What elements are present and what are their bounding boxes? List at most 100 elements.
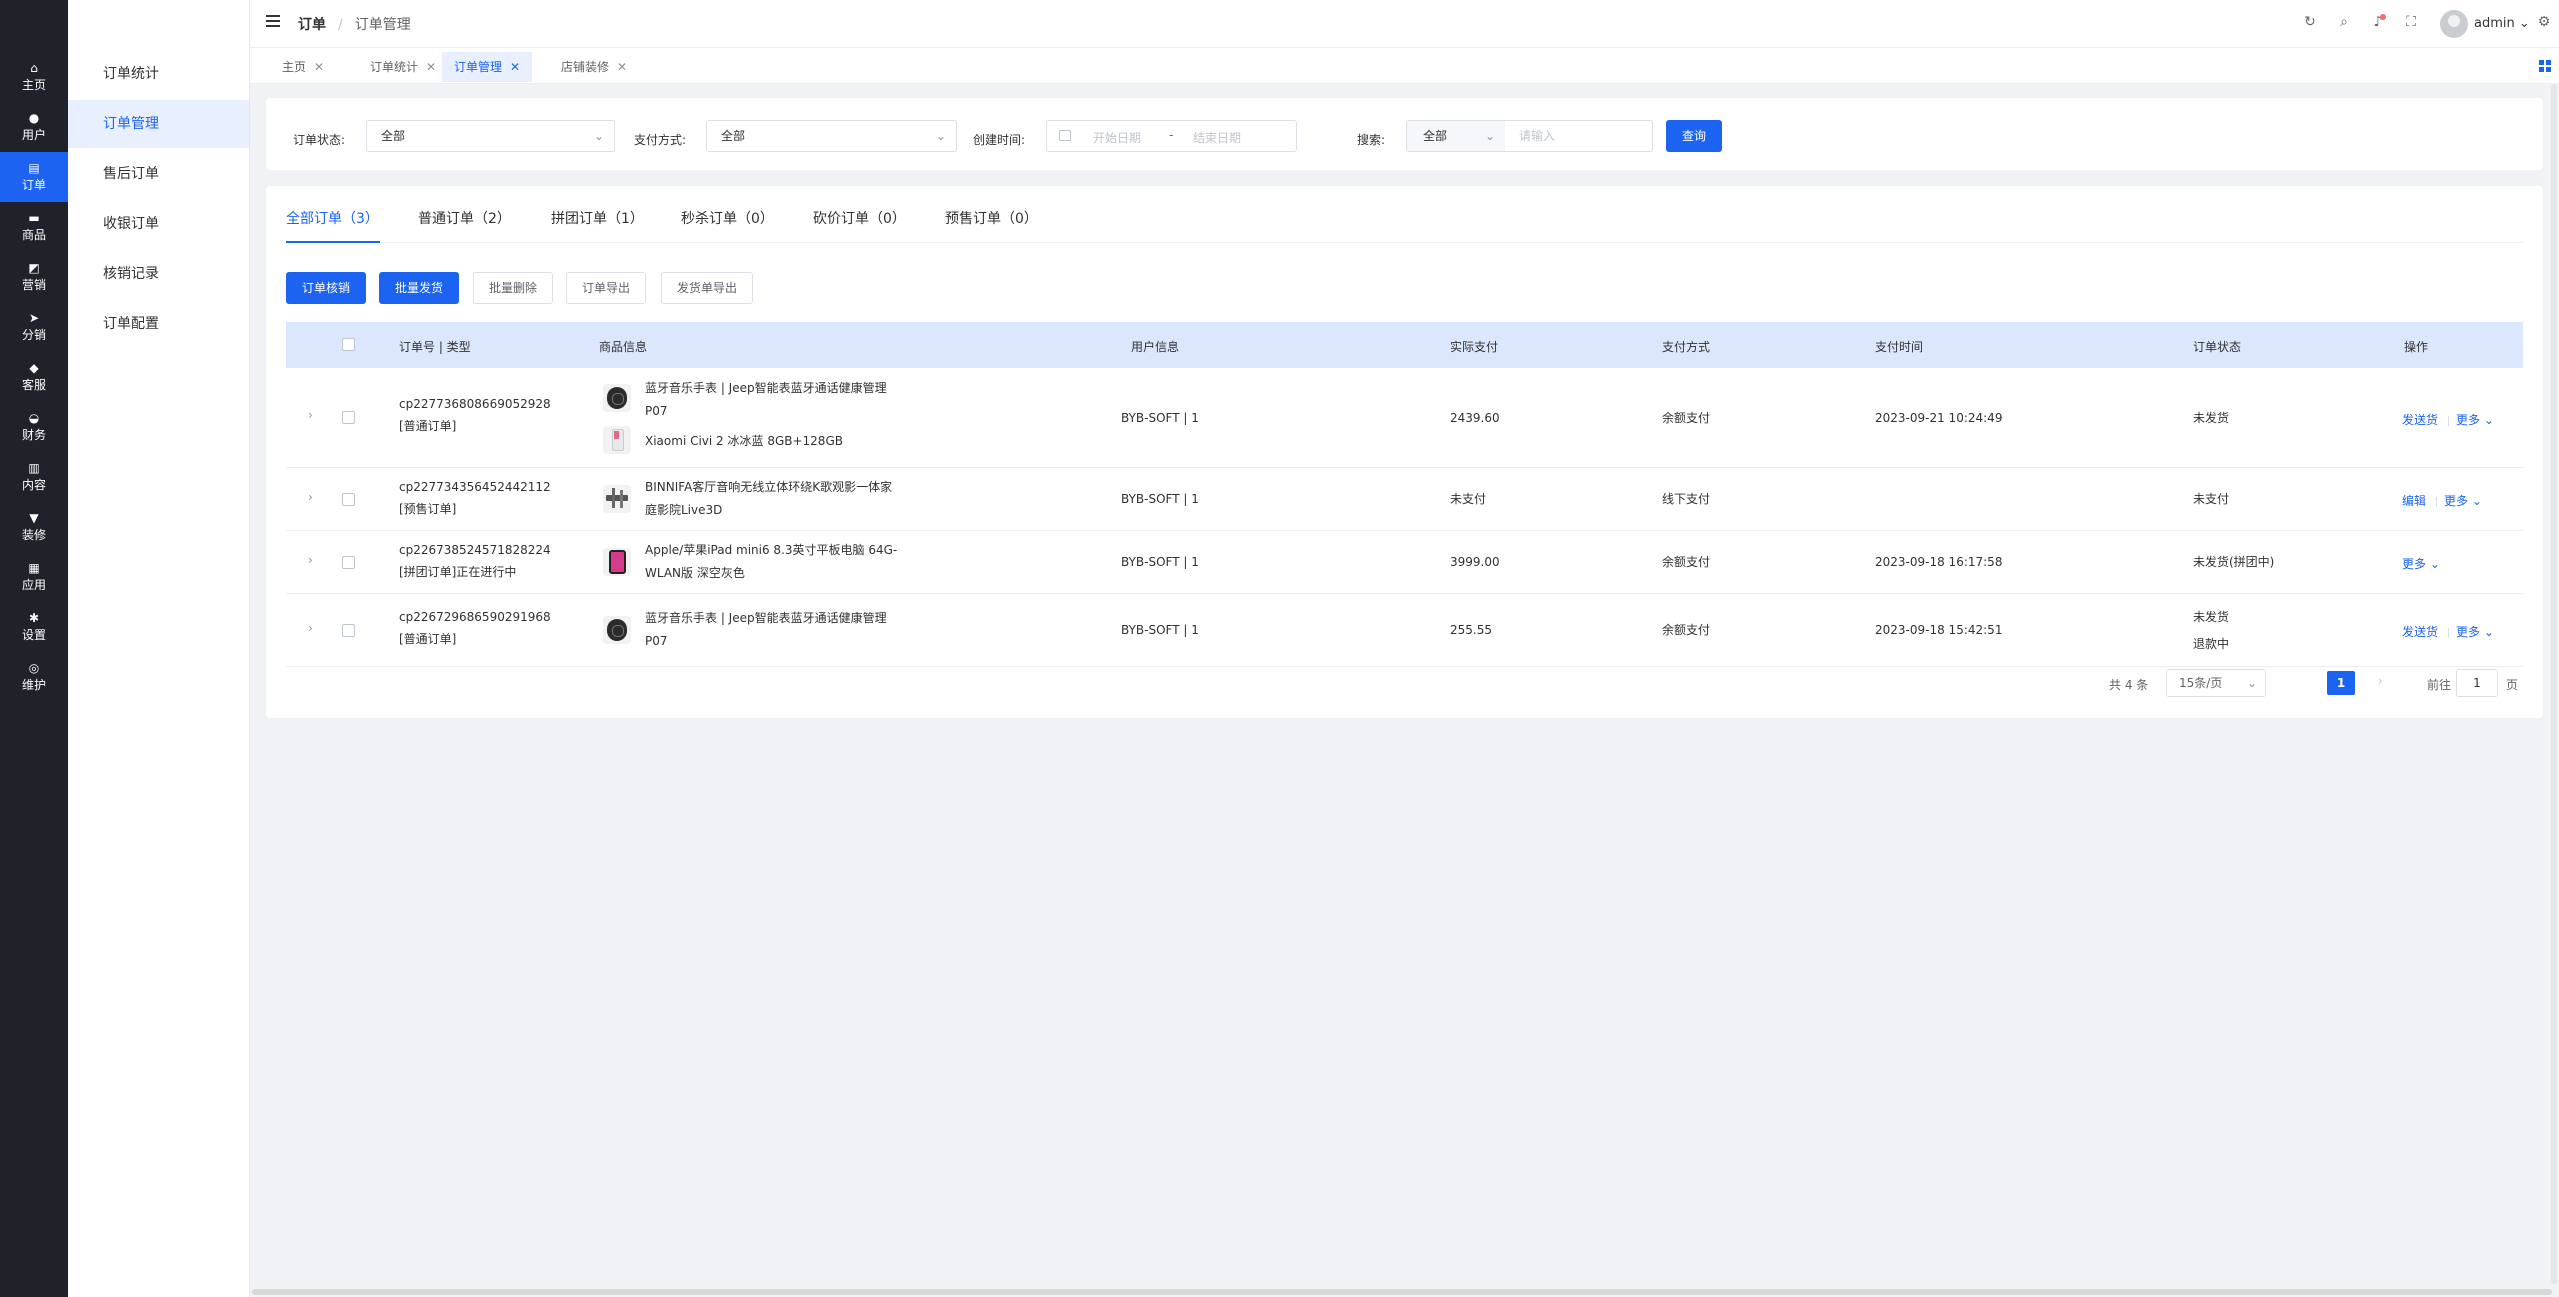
more-dropdown[interactable]: 更多 ⌄ [2456, 623, 2494, 640]
order-writeoff-button[interactable]: 订单核销 [286, 272, 366, 304]
query-button[interactable]: 查询 [1666, 120, 1722, 152]
select-all-checkbox[interactable] [342, 338, 355, 351]
rail-item-maintain[interactable]: ◎ 维护 [0, 652, 68, 702]
fullscreen-icon[interactable]: ⛶ [2402, 13, 2420, 31]
close-icon[interactable]: ✕ [426, 60, 436, 74]
pay-method-select[interactable]: 全部 ⌄ [706, 120, 957, 152]
rail-item-distribution[interactable]: ➤ 分销 [0, 302, 68, 352]
close-icon[interactable]: ✕ [510, 60, 520, 74]
more-dropdown[interactable]: 更多 ⌄ [2456, 411, 2494, 428]
date-range-picker[interactable]: 开始日期 - 结束日期 [1046, 120, 1297, 152]
chevron-right-icon[interactable]: › [308, 621, 313, 635]
edit-link[interactable]: 编辑 [2402, 492, 2426, 509]
tab-shop-decorate[interactable]: 店铺装修 ✕ [549, 52, 639, 82]
order-tab-group[interactable]: 拼团订单（1） [551, 208, 644, 228]
tab-label: 订单管理 [454, 60, 503, 74]
shipping-export-button[interactable]: 发货单导出 [661, 272, 753, 304]
subnav-item-order-stats[interactable]: 订单统计 [68, 50, 249, 98]
grid-icon[interactable] [2539, 60, 2551, 72]
row-checkbox[interactable] [342, 556, 355, 569]
rail-item-product[interactable]: ▬ 商品 [0, 202, 68, 252]
status-select[interactable]: 全部 ⌄ [366, 120, 615, 152]
row-checkbox[interactable] [342, 411, 355, 424]
order-type: [拼团订单]正在进行中 [399, 565, 517, 579]
rail-label: 客服 [21, 378, 46, 392]
gear-icon[interactable]: ⚙ [2535, 13, 2553, 31]
end-date-placeholder[interactable]: 结束日期 [1193, 129, 1241, 146]
start-date-placeholder[interactable]: 开始日期 [1093, 129, 1141, 146]
chevron-right-icon[interactable]: › [308, 408, 313, 422]
rail-item-content[interactable]: ▥ 内容 [0, 452, 68, 502]
menu-toggle-icon[interactable] [266, 15, 280, 27]
refresh-icon[interactable]: ↻ [2301, 13, 2319, 31]
search-input[interactable] [1505, 120, 1653, 152]
breadcrumb-parent[interactable]: 订单 [298, 17, 326, 33]
order-number: cp227734356452442112 [399, 480, 551, 494]
rail-item-marketing[interactable]: ◩ 营销 [0, 252, 68, 302]
order-tab-bargain[interactable]: 砍价订单（0） [813, 208, 906, 228]
product-name: BINNIFA客厅音响无线立体环绕K歌观影一体家 [645, 480, 893, 494]
rail-item-settings[interactable]: ✱ 设置 [0, 602, 68, 652]
ship-link[interactable]: 发送货 [2402, 411, 2438, 428]
rail-item-decorate[interactable]: ▼ 装修 [0, 502, 68, 552]
col-order-no: 订单号 | 类型 [399, 340, 471, 354]
subnav-item-writeoff[interactable]: 核销记录 [68, 250, 249, 298]
page-suffix: 页 [2506, 678, 2519, 692]
table-header: 订单号 | 类型 商品信息 用户信息 实际支付 支付方式 支付时间 订单状态 操… [286, 322, 2523, 368]
more-dropdown[interactable]: 更多 ⌄ [2402, 555, 2440, 572]
tab-home[interactable]: 主页 ✕ [270, 52, 336, 82]
page-number[interactable]: 1 [2327, 671, 2355, 695]
close-icon[interactable]: ✕ [617, 60, 627, 74]
search-icon[interactable]: ⌕ [2335, 13, 2353, 31]
batch-ship-button[interactable]: 批量发货 [379, 272, 459, 304]
user-menu[interactable]: admin ⌄ [2474, 16, 2530, 31]
next-page-icon[interactable]: › [2378, 674, 2383, 688]
bell-icon[interactable]: ♪ [2369, 13, 2387, 31]
search-type-select[interactable]: 全部 ⌄ [1406, 120, 1506, 152]
avatar[interactable] [2440, 10, 2468, 38]
chevron-down-icon: ⌄ [2518, 16, 2530, 31]
breadcrumb-current: 订单管理 [354, 17, 411, 33]
order-tab-presale[interactable]: 预售订单（0） [945, 208, 1038, 228]
batch-delete-button[interactable]: 批量删除 [473, 272, 553, 304]
order-tab-flash[interactable]: 秒杀订单（0） [681, 208, 774, 228]
chevron-right-icon[interactable]: › [308, 553, 313, 567]
prev-page-icon[interactable]: ‹ [2198, 674, 2203, 688]
row-checkbox[interactable] [342, 493, 355, 506]
order-export-button[interactable]: 订单导出 [566, 272, 646, 304]
rail-item-user[interactable]: ● 用户 [0, 102, 68, 152]
subnav-item-order-manage[interactable]: 订单管理 [68, 100, 249, 148]
sub-sidebar: 订单统计 订单管理 售后订单 收银订单 核销记录 订单配置 [68, 0, 250, 1297]
rail-item-apps[interactable]: ▦ 应用 [0, 552, 68, 602]
close-icon[interactable]: ✕ [314, 60, 324, 74]
row-checkbox[interactable] [342, 624, 355, 637]
subnav-item-cashier[interactable]: 收银订单 [68, 200, 249, 248]
order-tab-normal[interactable]: 普通订单（2） [418, 208, 511, 228]
more-dropdown[interactable]: 更多 ⌄ [2444, 492, 2482, 509]
subnav-item-order-config[interactable]: 订单配置 [68, 300, 249, 348]
horizontal-scrollbar[interactable] [252, 1289, 2552, 1295]
ship-link[interactable]: 发送货 [2402, 623, 2438, 640]
chevron-down-icon: ⌄ [2483, 625, 2494, 639]
product-name: 蓝牙音乐手表 | Jeep智能表蓝牙通话健康管理 [645, 381, 887, 395]
order-tab-all[interactable]: 全部订单（3） [286, 208, 379, 228]
page-size-select[interactable]: 15条/页 ⌄ [2166, 669, 2266, 697]
rail-label: 财务 [21, 428, 46, 442]
vertical-scrollbar[interactable] [2551, 84, 2557, 1284]
chevron-down-icon: ⌄ [935, 129, 946, 143]
chevron-right-icon[interactable]: › [308, 490, 313, 504]
subnav-item-after-sale[interactable]: 售后订单 [68, 150, 249, 198]
tab-order-manage[interactable]: 订单管理 ✕ [442, 52, 533, 82]
rail-item-service[interactable]: ◆ 客服 [0, 352, 68, 402]
tab-order-stats[interactable]: 订单统计 ✕ [358, 52, 448, 82]
chevron-down-icon: ⌄ [2471, 494, 2482, 508]
order-status: 未发货 [2193, 610, 2230, 624]
col-paid: 实际支付 [1450, 340, 1499, 354]
rail-item-order[interactable]: ▤ 订单 [0, 152, 68, 202]
pay-method-label: 支付方式: [634, 133, 687, 147]
rail-item-finance[interactable]: ◒ 财务 [0, 402, 68, 452]
rail-item-home[interactable]: ⌂ 主页 [0, 52, 68, 102]
status-filter-label: 订单状态: [293, 133, 346, 147]
goto-page-input[interactable] [2456, 669, 2498, 697]
pay-time: 2023-09-21 10:24:49 [1875, 411, 2003, 425]
